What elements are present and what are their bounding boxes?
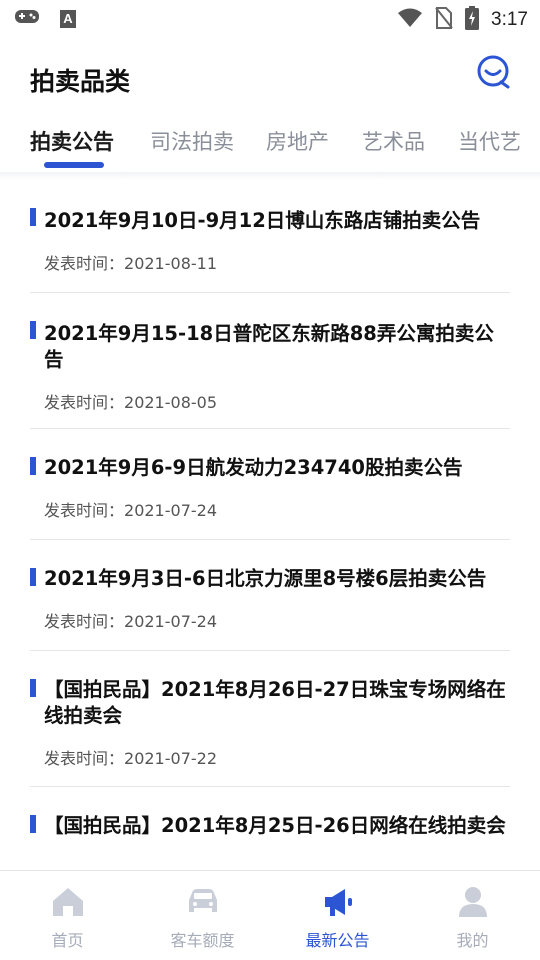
list-item[interactable]: 2021年9月10日-9月12日博山东路店铺拍卖公告 发表时间：2021-08-…: [30, 180, 510, 293]
nav-label: 我的: [456, 931, 489, 950]
item-date: 发表时间：2021-08-11: [44, 254, 217, 273]
item-date: 发表时间：2021-07-22: [44, 749, 217, 768]
nav-label: 客车额度: [170, 931, 235, 950]
item-title: 2021年9月6-9日航发动力234740股拍卖公告: [44, 456, 463, 479]
list-item[interactable]: 2021年9月6-9日航发动力234740股拍卖公告 发表时间：2021-07-…: [30, 429, 510, 540]
battery-charging-icon: [465, 6, 480, 34]
tab-judicial-auction[interactable]: 司法拍卖: [150, 126, 234, 156]
clock-time: 3:17: [491, 9, 528, 30]
item-date: 发表时间：2021-07-24: [44, 612, 217, 631]
item-date: 发表时间：2021-07-24: [44, 501, 217, 520]
item-date: 发表时间：2021-08-05: [44, 393, 217, 412]
status-bar: A 3:17: [0, 0, 540, 36]
item-marker: [30, 815, 36, 833]
home-icon: [52, 888, 83, 916]
item-marker: [30, 457, 36, 475]
list-item[interactable]: 【国拍民品】2021年8月25日-26日网络在线拍卖会: [30, 787, 510, 870]
chat-bubble-icon: [477, 55, 510, 89]
nav-label: 首页: [51, 931, 84, 950]
nav-home[interactable]: 首页: [0, 871, 135, 960]
wifi-icon: [397, 8, 423, 32]
item-title: 2021年9月10日-9月12日博山东路店铺拍卖公告: [44, 209, 481, 232]
megaphone-icon: [324, 889, 352, 916]
tab-artwork[interactable]: 艺术品: [362, 126, 425, 156]
nav-latest-notices[interactable]: 最新公告: [270, 871, 405, 960]
notice-list: 2021年9月10日-9月12日博山东路店铺拍卖公告 发表时间：2021-08-…: [0, 180, 540, 870]
item-marker: [30, 208, 36, 226]
bottom-navigation: 首页 客车额度 最新公告 我的: [0, 870, 540, 960]
game-controller-icon: [14, 8, 40, 30]
item-title: 2021年9月15-18日普陀区东新路88弄公寓拍卖公告: [44, 322, 494, 371]
customer-service-button[interactable]: [474, 53, 514, 93]
item-title: 【国拍民品】2021年8月25日-26日网络在线拍卖会: [44, 814, 506, 837]
item-title: 2021年9月3日-6日北京力源里8号楼6层拍卖公告: [44, 567, 487, 590]
item-marker: [30, 321, 36, 339]
page-title: 拍卖品类: [30, 67, 131, 96]
tab-auction-notices[interactable]: 拍卖公告: [30, 126, 114, 156]
list-item[interactable]: 【国拍民品】2021年8月26日-27日珠宝专场网络在线拍卖会 发表时间：202…: [30, 651, 510, 787]
tab-contemporary-art[interactable]: 当代艺: [458, 126, 521, 156]
list-item[interactable]: 2021年9月3日-6日北京力源里8号楼6层拍卖公告 发表时间：2021-07-…: [30, 540, 510, 651]
no-sim-icon: [435, 7, 453, 33]
app-screen: A 3:17 拍卖品类 拍卖公告 司法拍卖 房地产 艺术品 当代艺 2021年9…: [0, 0, 540, 960]
item-marker: [30, 568, 36, 586]
nav-car-quota[interactable]: 客车额度: [135, 871, 270, 960]
notification-app-icon: A: [60, 10, 76, 28]
car-icon: [188, 889, 217, 912]
tab-real-estate[interactable]: 房地产: [266, 126, 329, 156]
header-divider: [0, 172, 540, 180]
category-tabs: 拍卖公告 司法拍卖 房地产 艺术品 当代艺: [0, 116, 540, 174]
list-item[interactable]: 2021年9月15-18日普陀区东新路88弄公寓拍卖公告 发表时间：2021-0…: [30, 293, 510, 429]
nav-profile[interactable]: 我的: [405, 871, 540, 960]
item-marker: [30, 679, 36, 697]
active-tab-indicator: [44, 162, 104, 168]
app-header: 拍卖品类: [0, 36, 540, 116]
person-icon: [458, 887, 487, 917]
nav-label: 最新公告: [305, 931, 370, 950]
item-title: 【国拍民品】2021年8月26日-27日珠宝专场网络在线拍卖会: [44, 678, 506, 727]
